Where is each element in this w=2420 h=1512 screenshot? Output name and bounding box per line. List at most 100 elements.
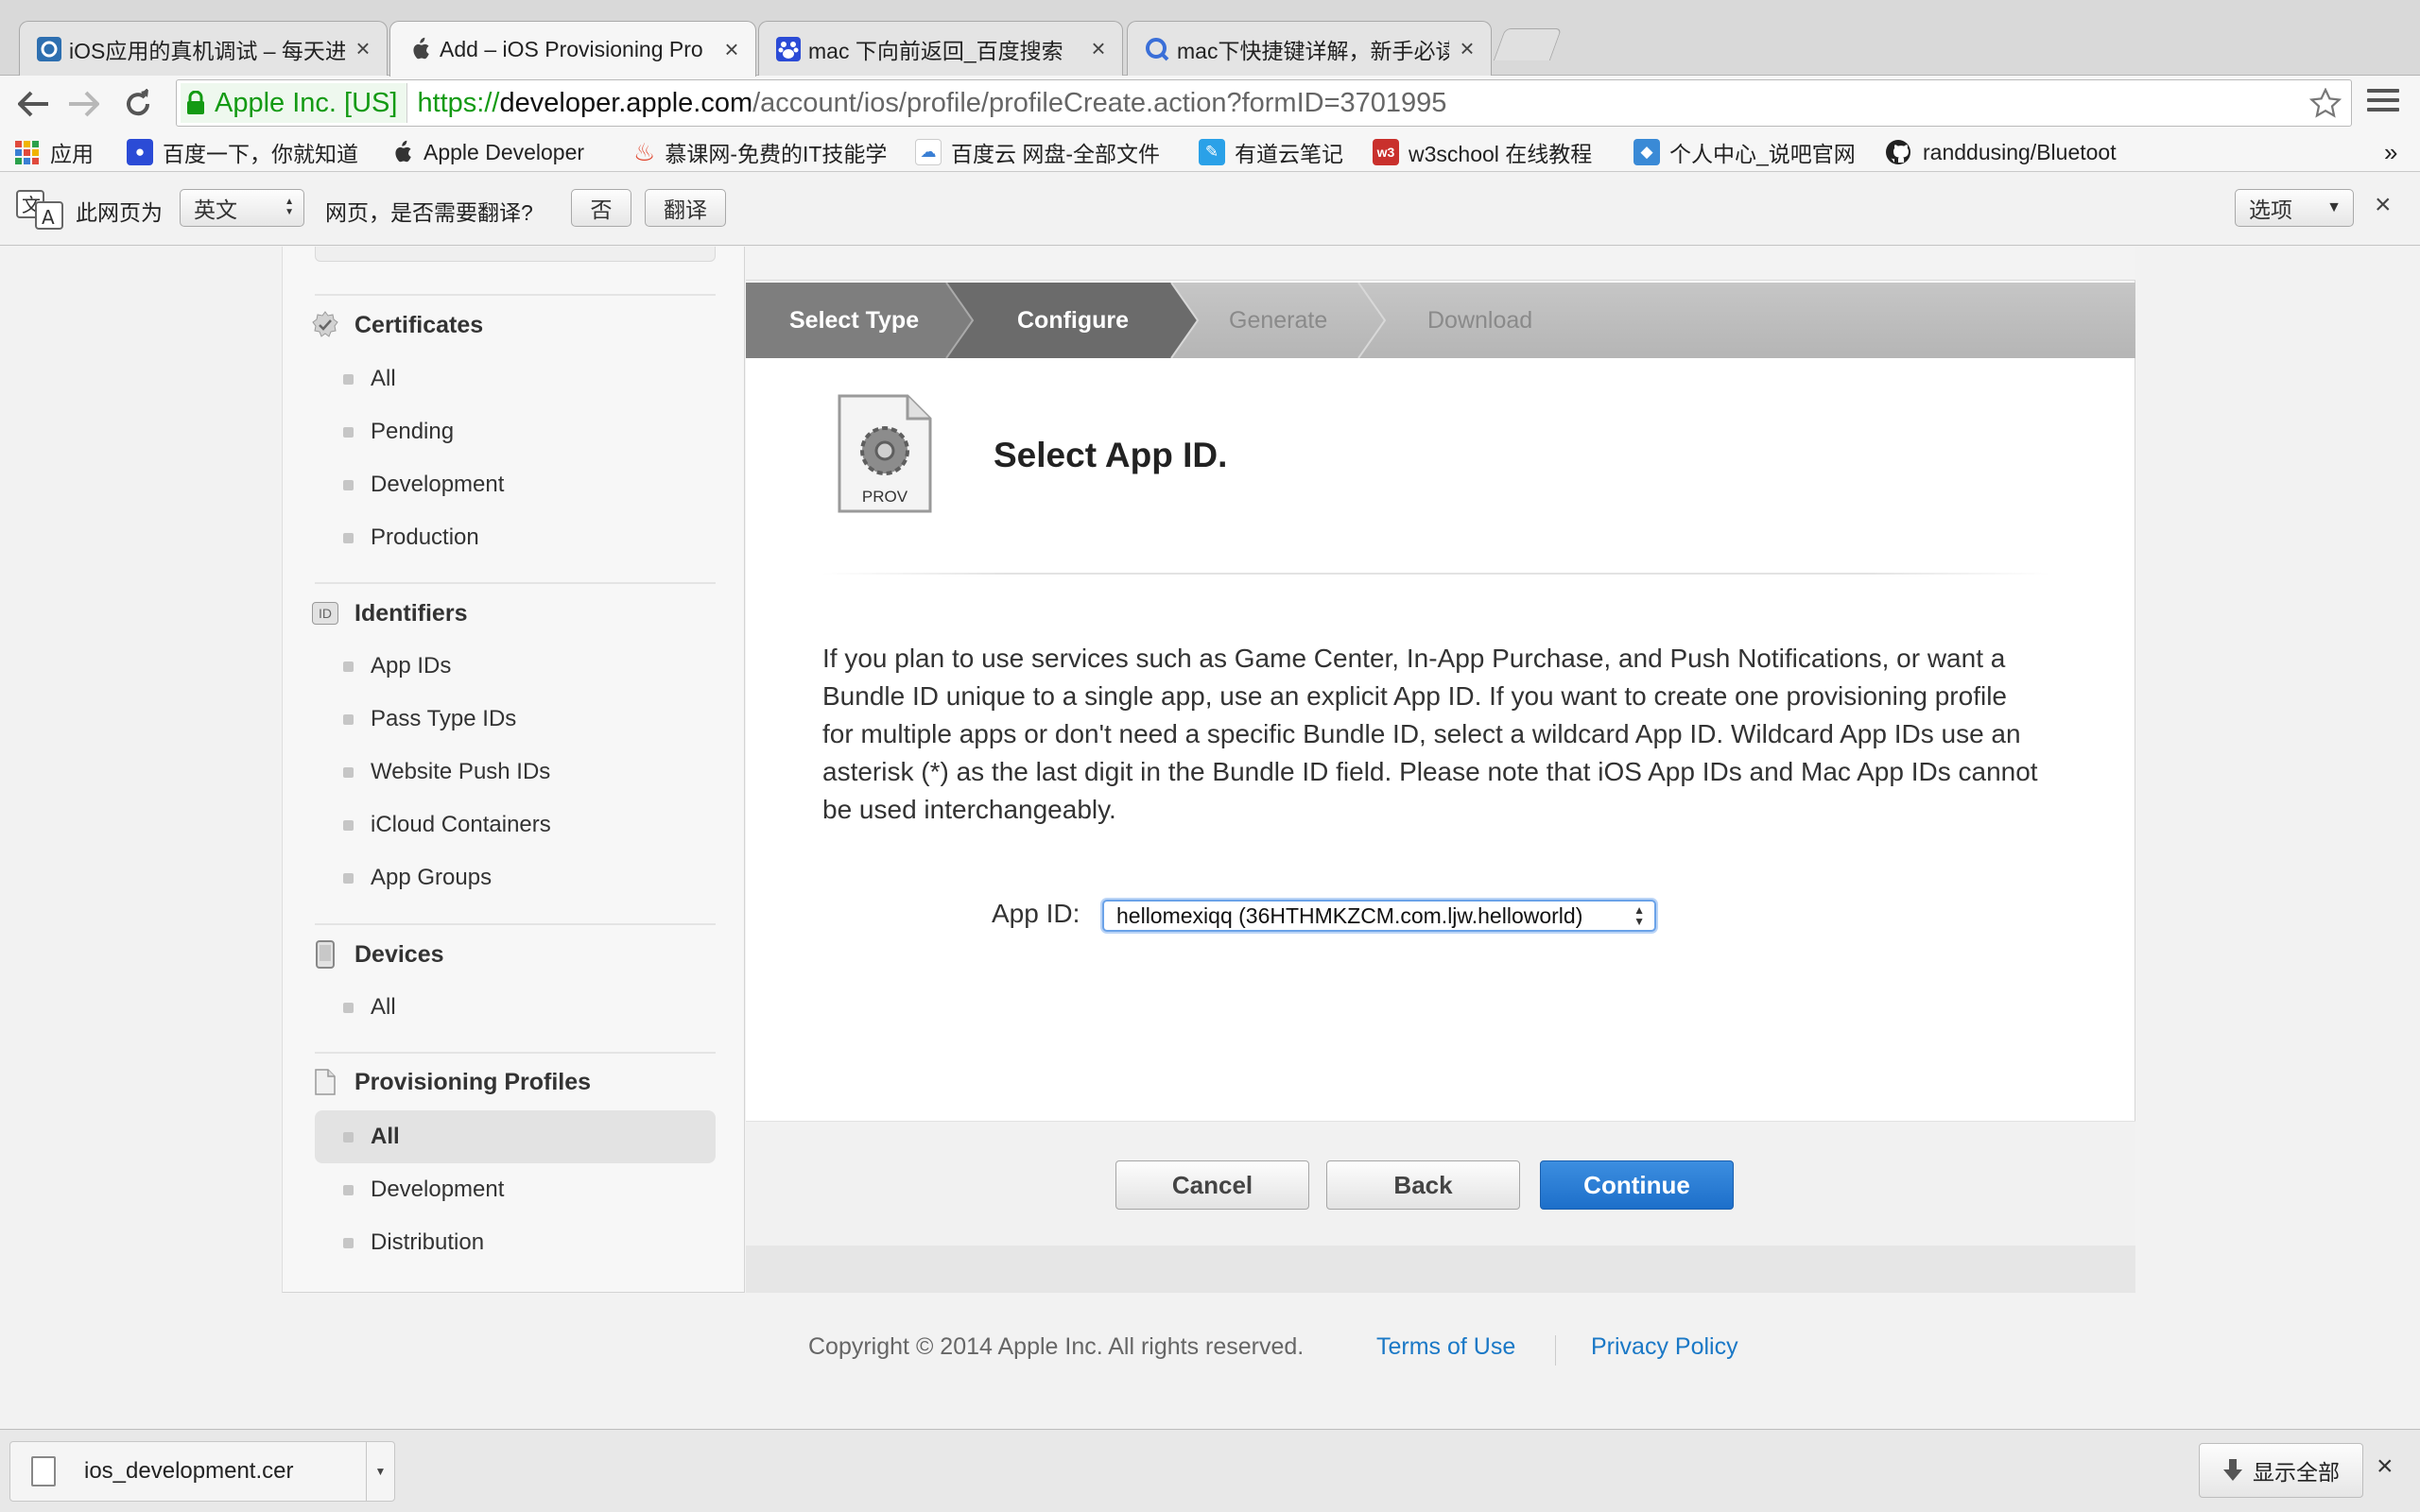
- address-bar[interactable]: Apple Inc. [US] https://developer.apple.…: [176, 79, 2352, 127]
- download-arrow-icon: [2222, 1458, 2243, 1483]
- app-id-select[interactable]: hellomexiqq (36HTHMKZCM.com.ljw.hellowor…: [1102, 900, 1656, 932]
- back-button[interactable]: Back: [1326, 1160, 1520, 1210]
- sidebar: Certificates All Pending Development Pro…: [282, 247, 745, 1293]
- bookmark-baidu-cloud[interactable]: ☁ 百度云 网盘-全部文件: [915, 136, 1160, 168]
- sidebar-item-profiles-all[interactable]: All: [315, 1110, 716, 1163]
- cancel-button[interactable]: Cancel: [1115, 1160, 1309, 1210]
- forward-arrow-icon[interactable]: [64, 85, 102, 123]
- source-language-select[interactable]: 英文 ▲ ▼: [180, 189, 304, 227]
- bookmark-star-icon[interactable]: [2308, 87, 2342, 128]
- download-shelf: ios_development.cer ▼ 显示全部 ×: [0, 1429, 2420, 1512]
- apple-icon: [391, 140, 412, 164]
- sidebar-item-profiles-distribution[interactable]: Distribution: [315, 1219, 716, 1266]
- sidebar-section-provisioning-profiles: Provisioning Profiles: [311, 1063, 591, 1101]
- w3school-icon: w3: [1373, 139, 1399, 165]
- new-tab-button[interactable]: [1493, 28, 1563, 60]
- sidebar-section-certificates: Certificates: [311, 306, 483, 344]
- page-title: Select App ID.: [994, 436, 1228, 474]
- certificate-seal-icon: [311, 311, 339, 339]
- close-translate-bar-icon[interactable]: ×: [2375, 189, 2392, 221]
- svg-text:A: A: [42, 206, 55, 229]
- step-download: Download: [1427, 306, 1533, 334]
- url-text: https://developer.apple.com/account/ios/…: [417, 87, 1447, 118]
- site-icon: [35, 35, 63, 63]
- bookmark-shuoba[interactable]: ◆ 个人中心_说吧官网: [1634, 136, 1856, 168]
- bookmark-youdao-note[interactable]: ✎ 有道云笔记: [1199, 136, 1343, 168]
- chrome-menu-icon[interactable]: [2367, 89, 2399, 117]
- wizard-steps: Select Type Configure Generate Download: [746, 283, 2135, 358]
- apps-grid-icon: [15, 140, 39, 164]
- lock-icon: [186, 91, 205, 115]
- bookmark-github[interactable]: randdusing/Bluetoot: [1885, 136, 2220, 168]
- sidebar-item-certificates-pending[interactable]: Pending: [315, 408, 716, 455]
- step-select-type: Select Type: [789, 306, 920, 334]
- translate-options-button[interactable]: 选项 ▼: [2235, 189, 2354, 227]
- sidebar-item-pass-type-ids[interactable]: Pass Type IDs: [315, 696, 716, 743]
- close-icon[interactable]: ×: [1457, 34, 1478, 63]
- sidebar-item-devices-all[interactable]: All: [315, 984, 716, 1031]
- cloud-icon: ☁: [915, 139, 942, 165]
- tab-mac-shortcuts[interactable]: mac下快捷键详解，新手必读 ×: [1127, 21, 1492, 76]
- sidebar-item-certificates-development[interactable]: Development: [315, 461, 716, 508]
- tab-baidu-search[interactable]: mac 下向前返回_百度搜索 ×: [758, 21, 1123, 76]
- back-arrow-icon[interactable]: [15, 85, 53, 123]
- sidebar-search-remnant: [315, 247, 716, 262]
- select-arrows-icon: ▲ ▼: [1634, 903, 1645, 928]
- show-all-downloads-button[interactable]: 显示全部: [2199, 1443, 2363, 1498]
- app-id-label: App ID:: [992, 899, 1080, 928]
- flame-icon: ♨: [633, 137, 656, 166]
- tab-ios-debug[interactable]: iOS应用的真机调试 – 每天进 ×: [19, 21, 388, 76]
- select-arrows-icon: ▲ ▼: [285, 197, 294, 217]
- sidebar-item-website-push-ids[interactable]: Website Push IDs: [315, 748, 716, 796]
- sidebar-item-app-groups[interactable]: App Groups: [315, 854, 716, 902]
- translate-prefix-text: 此网页为: [76, 200, 163, 225]
- profile-icon: ◆: [1634, 139, 1660, 165]
- search-q-icon: [1143, 35, 1171, 63]
- id-badge-icon: ID: [311, 599, 339, 627]
- reload-icon[interactable]: [119, 85, 157, 123]
- close-download-shelf-icon[interactable]: ×: [2377, 1451, 2394, 1483]
- baidu-paw-icon: [774, 35, 803, 63]
- bookmark-apple-developer[interactable]: Apple Developer: [391, 136, 584, 168]
- github-icon: [1885, 139, 1911, 165]
- bookmarks-overflow-chevron-icon[interactable]: »: [2384, 136, 2397, 168]
- bookmarks-bar: 应用 ● 百度一下，你就知道 Apple Developer ♨ 慕课网-免费的…: [0, 132, 2420, 172]
- privacy-policy-link[interactable]: Privacy Policy: [1591, 1333, 1738, 1361]
- step-configure: Configure: [1017, 306, 1130, 334]
- sidebar-item-app-ids[interactable]: App IDs: [315, 643, 716, 690]
- close-icon[interactable]: ×: [721, 35, 742, 64]
- bookmark-baidu[interactable]: ● 百度一下，你就知道: [127, 136, 358, 168]
- baidu-paw-icon: ●: [127, 139, 153, 165]
- close-icon[interactable]: ×: [353, 34, 373, 63]
- ev-certificate-badge[interactable]: Apple Inc. [US]: [181, 83, 408, 123]
- translate-question-text: 网页，是否需要翻译?: [325, 200, 533, 225]
- svg-text:PROV: PROV: [862, 488, 908, 506]
- device-phone-icon: [311, 940, 339, 969]
- sidebar-item-profiles-development[interactable]: Development: [315, 1166, 716, 1213]
- sidebar-section-devices: Devices: [311, 936, 444, 973]
- tab-strip: iOS应用的真机调试 – 每天进 × Add – iOS Provisionin…: [0, 0, 2420, 77]
- tab-add-provisioning[interactable]: Add – iOS Provisioning Pro ×: [389, 21, 756, 77]
- continue-button[interactable]: Continue: [1540, 1160, 1734, 1210]
- note-icon: ✎: [1199, 139, 1225, 165]
- main-panel: Select Type Configure Generate Download …: [746, 247, 2135, 1293]
- close-icon[interactable]: ×: [1088, 34, 1109, 63]
- page-content: Certificates All Pending Development Pro…: [0, 247, 2420, 1430]
- file-icon: [31, 1456, 56, 1486]
- download-item[interactable]: ios_development.cer ▼: [9, 1441, 395, 1502]
- sidebar-section-identifiers: ID Identifiers: [311, 594, 467, 632]
- bookmark-w3school[interactable]: w3 w3school 在线教程: [1373, 136, 1592, 168]
- translate-icon: 文A: [15, 189, 66, 232]
- bookmark-apps[interactable]: 应用: [15, 136, 94, 168]
- translate-button[interactable]: 翻译: [645, 189, 726, 227]
- translate-bar: 文A 此网页为 英文 ▲ ▼ 网页，是否需要翻译? 否 翻译 选项 ▼ ×: [0, 172, 2420, 246]
- step-generate: Generate: [1229, 306, 1328, 334]
- terms-of-use-link[interactable]: Terms of Use: [1376, 1333, 1515, 1361]
- download-menu-arrow-icon[interactable]: ▼: [366, 1442, 394, 1501]
- bookmark-imooc[interactable]: ♨ 慕课网-免费的IT技能学: [633, 136, 889, 168]
- copyright-text: Copyright © 2014 Apple Inc. All rights r…: [808, 1333, 1305, 1360]
- sidebar-item-certificates-production[interactable]: Production: [315, 514, 716, 561]
- sidebar-item-icloud-containers[interactable]: iCloud Containers: [315, 801, 716, 849]
- sidebar-item-certificates-all[interactable]: All: [315, 355, 716, 403]
- decline-translate-button[interactable]: 否: [571, 189, 631, 227]
